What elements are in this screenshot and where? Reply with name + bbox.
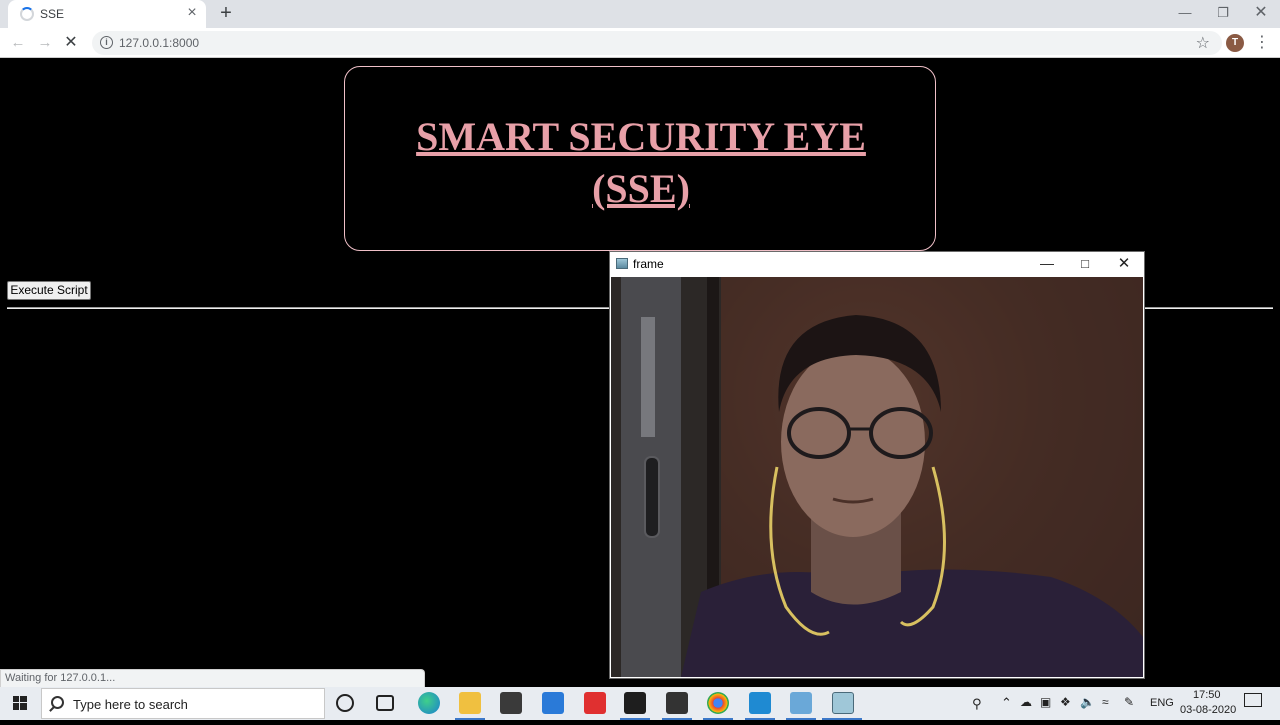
star-icon[interactable]: ☆ [1196,33,1210,53]
profile-avatar[interactable]: T [1226,34,1244,52]
webcam-video-feed [611,277,1143,677]
battery-icon[interactable]: ▣ [1040,695,1051,709]
vscode-icon[interactable] [749,692,771,714]
kebab-menu-icon[interactable]: ⋮ [1254,33,1270,53]
people-icon[interactable]: ⚲ [972,696,982,712]
wifi-icon[interactable]: ≈ [1102,695,1109,709]
gift-app-icon[interactable] [584,692,606,714]
frame-window-title: frame [633,257,664,271]
store-icon[interactable] [500,692,522,714]
volume-icon[interactable]: 🔈 [1080,695,1095,709]
execute-script-button[interactable]: Execute Script [7,281,91,300]
window-restore-button[interactable]: ❐ [1204,0,1242,28]
browser-tab[interactable]: SSE × [8,0,206,28]
stop-loading-icon[interactable]: ✕ [62,34,80,52]
windows-logo-icon [13,696,27,710]
new-tab-button[interactable]: + [216,3,236,23]
frame-window-titlebar[interactable]: frame — □ ✕ [610,252,1144,277]
notifications-icon[interactable] [1244,693,1262,707]
back-arrow-icon[interactable]: ← [9,34,27,52]
onedrive-icon[interactable]: ☁ [1020,695,1032,709]
page-title: SMART SECURITY EYE (SSE) [416,114,866,211]
site-info-icon[interactable]: i [100,36,113,49]
window-minimize-button[interactable]: — [1166,0,1204,28]
app-window-icon [616,258,628,269]
show-hidden-icons-chevron-icon[interactable]: ⌃ [1001,695,1012,711]
python-app-icon[interactable] [790,692,812,714]
frame-maximize-button[interactable]: □ [1066,252,1104,276]
webcam-frame-image [611,277,1143,677]
windows-start-button[interactable] [0,687,40,720]
tab-title: SSE [40,7,65,21]
frame-close-button[interactable]: ✕ [1105,252,1143,276]
search-placeholder: Type here to search [73,697,188,712]
file-explorer-icon[interactable] [459,692,481,714]
language-indicator[interactable]: ENG [1150,697,1174,709]
terminal-2-icon[interactable] [666,692,688,714]
windows-taskbar: Type here to search ⚲ ⌃ ☁ ▣ ❖ 🔈 ≈ ✎ ENG … [0,687,1280,720]
address-bar[interactable]: i 127.0.0.1:8000 ☆ [92,31,1222,55]
browser-toolbar: ← → ✕ i 127.0.0.1:8000 ☆ T ⋮ [0,28,1280,58]
frame-minimize-button[interactable]: — [1028,252,1066,276]
clock-time[interactable]: 17:50 [1193,689,1221,701]
dropbox-icon[interactable]: ❖ [1060,695,1071,709]
chrome-icon[interactable] [707,692,729,714]
terminal-icon[interactable] [624,692,646,714]
taskbar-search-box[interactable]: Type here to search [41,688,325,719]
browser-status-bar: Waiting for 127.0.0.1... [0,669,425,687]
tab-close-icon[interactable]: × [184,5,200,21]
task-view-icon[interactable] [376,695,394,711]
loading-spinner-icon [20,7,34,21]
cortana-icon[interactable] [336,694,354,712]
title-box: SMART SECURITY EYE (SSE) [344,66,936,251]
opencv-frame-window[interactable]: frame — □ ✕ [609,251,1145,679]
forward-arrow-icon[interactable]: → [36,34,54,52]
mail-icon[interactable] [542,692,564,714]
pen-icon[interactable]: ✎ [1124,695,1134,709]
search-icon [51,696,64,709]
edge-browser-icon[interactable] [418,692,440,714]
clock-date[interactable]: 03-08-2020 [1180,704,1236,716]
opencv-window-icon[interactable] [832,692,854,714]
window-close-button[interactable]: ✕ [1242,0,1280,28]
url-text[interactable]: 127.0.0.1:8000 [119,36,199,50]
browser-tabstrip: SSE × + — ❐ ✕ [0,0,1280,28]
